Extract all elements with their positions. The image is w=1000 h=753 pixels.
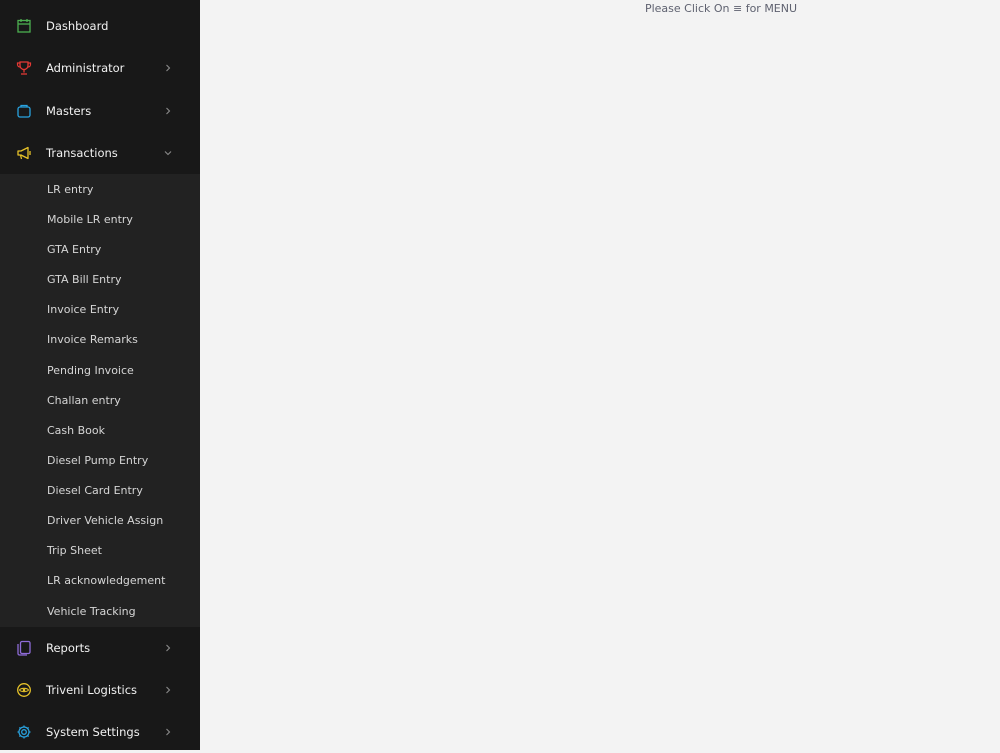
submenu-item-cash-book[interactable]: Cash Book — [0, 416, 200, 446]
submenu-item-lr-entry[interactable]: LR entry — [0, 175, 200, 205]
sidebar-item-label: System Settings — [46, 725, 140, 739]
sidebar: Dashboard Administrator Masters Transact… — [0, 0, 200, 750]
submenu-item-trip-sheet[interactable]: Trip Sheet — [0, 536, 200, 566]
sidebar-item-dashboard[interactable]: Dashboard — [0, 5, 200, 47]
calendar-icon — [16, 18, 32, 34]
chevron-right-icon — [162, 684, 174, 696]
submenu-item-driver-vehicle-assign[interactable]: Driver Vehicle Assign — [0, 506, 200, 536]
submenu-item-diesel-pump-entry[interactable]: Diesel Pump Entry — [0, 446, 200, 476]
eye-circle-icon — [16, 682, 32, 698]
copy-icon — [16, 640, 32, 656]
menu-hint-text: Please Click On ≡ for MENU — [644, 2, 798, 15]
submenu-item-vehicle-tracking[interactable]: Vehicle Tracking — [0, 597, 200, 627]
chevron-down-icon — [162, 147, 174, 159]
chevron-right-icon — [162, 726, 174, 738]
sidebar-item-system-settings[interactable]: System Settings — [0, 711, 200, 753]
submenu-item-invoice-remarks[interactable]: Invoice Remarks — [0, 325, 200, 355]
sidebar-item-reports[interactable]: Reports — [0, 627, 200, 669]
trophy-icon — [16, 60, 32, 76]
sidebar-item-label: Masters — [46, 104, 92, 118]
sidebar-item-label: Triveni Logistics — [46, 683, 138, 697]
submenu-item-mobile-lr-entry[interactable]: Mobile LR entry — [0, 205, 200, 235]
box-icon — [16, 103, 32, 119]
transactions-submenu: LR entry Mobile LR entry GTA Entry GTA B… — [0, 174, 200, 627]
submenu-item-invoice-entry[interactable]: Invoice Entry — [0, 295, 200, 325]
sidebar-item-masters[interactable]: Masters — [0, 90, 200, 132]
chevron-right-icon — [162, 105, 174, 117]
main-content: Please Click On ≡ for MENU — [200, 0, 1000, 750]
submenu-item-gta-entry[interactable]: GTA Entry — [0, 235, 200, 265]
sidebar-item-triveni-logistics[interactable]: Triveni Logistics — [0, 669, 200, 711]
megaphone-icon — [16, 145, 32, 161]
submenu-item-gta-bill-entry[interactable]: GTA Bill Entry — [0, 265, 200, 295]
submenu-item-diesel-card-entry[interactable]: Diesel Card Entry — [0, 476, 200, 506]
sidebar-item-label: Administrator — [46, 61, 125, 75]
submenu-item-pending-invoice[interactable]: Pending Invoice — [0, 356, 200, 386]
sidebar-item-label: Reports — [46, 641, 91, 655]
gear-icon — [16, 724, 32, 740]
submenu-item-challan-entry[interactable]: Challan entry — [0, 386, 200, 416]
sidebar-item-administrator[interactable]: Administrator — [0, 47, 200, 89]
submenu-item-lr-acknowledgement[interactable]: LR acknowledgement — [0, 566, 200, 596]
sidebar-item-transactions[interactable]: Transactions — [0, 132, 200, 174]
chevron-right-icon — [162, 62, 174, 74]
sidebar-item-label: Dashboard — [46, 19, 109, 33]
sidebar-item-label: Transactions — [46, 146, 118, 160]
chevron-right-icon — [162, 642, 174, 654]
